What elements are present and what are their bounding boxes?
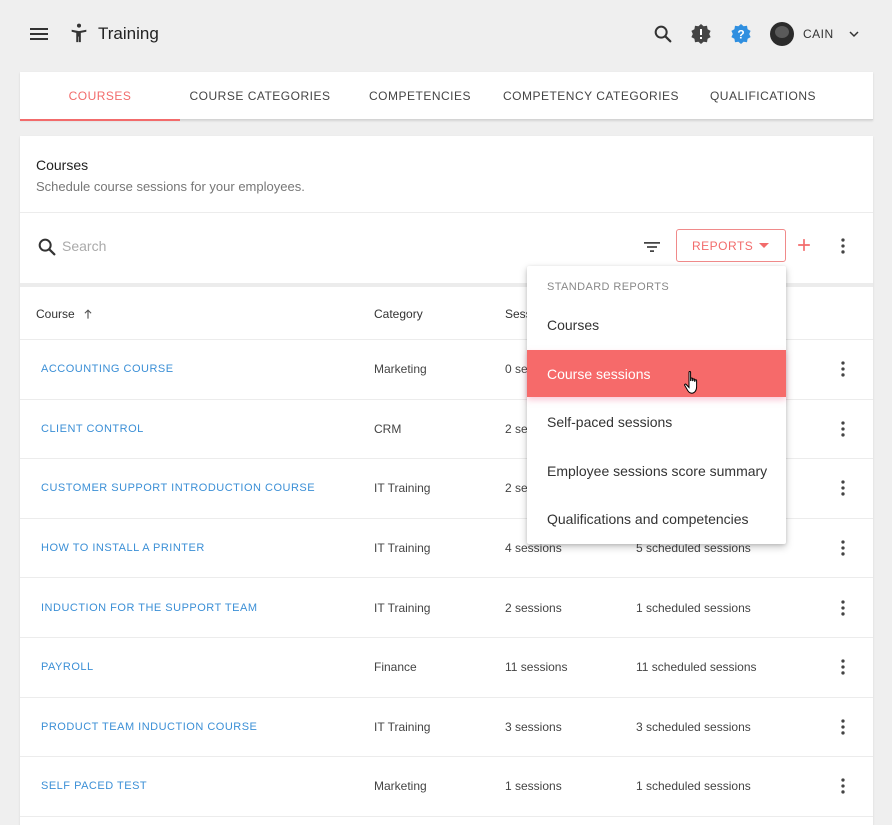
app-title: Training <box>98 24 159 43</box>
course-link[interactable]: CUSTOMER SUPPORT INTRODUCTION COURSE <box>41 459 315 518</box>
menu-item-self-paced-sessions[interactable]: Self-paced sessions <box>527 398 786 446</box>
tab-bar: COURSES COURSE CATEGORIES COMPETENCIES C… <box>20 72 873 121</box>
add-icon[interactable] <box>794 235 814 255</box>
tab-competency-categories[interactable]: COMPETENCY CATEGORIES <box>496 72 686 120</box>
row-more-vert-icon[interactable] <box>832 358 854 380</box>
reports-button[interactable]: REPORTS <box>676 229 786 262</box>
search-icon <box>38 238 56 256</box>
scheduled-cell: 1 scheduled sessions <box>636 779 751 794</box>
search-icon[interactable] <box>652 23 674 45</box>
row-more-vert-icon[interactable] <box>832 537 854 559</box>
row-more-vert-icon[interactable] <box>832 775 854 797</box>
course-link[interactable]: INDUCTION FOR THE SUPPORT TEAM <box>41 578 258 637</box>
category-cell: IT Training <box>374 481 431 496</box>
course-link[interactable]: PRODUCT TEAM INDUCTION COURSE <box>41 698 257 757</box>
scheduled-cell: 1 scheduled sessions <box>636 600 751 615</box>
user-name: CAIN <box>803 27 834 41</box>
category-cell: CRM <box>374 421 402 436</box>
column-course[interactable]: Course <box>36 287 95 340</box>
svg-text:?: ? <box>737 28 744 42</box>
category-cell: Marketing <box>374 362 427 377</box>
tab-courses[interactable]: COURSES <box>20 72 180 121</box>
card-subtitle: Schedule course sessions for your employ… <box>36 179 305 194</box>
menu-item-courses[interactable]: Courses <box>527 301 786 349</box>
tab-course-categories[interactable]: COURSE CATEGORIES <box>180 72 340 120</box>
sessions-cell: 2 sessions <box>505 600 562 615</box>
arrow-up-icon <box>84 308 92 319</box>
menu-item-employee-sessions-score-summary[interactable]: Employee sessions score summary <box>527 447 786 495</box>
row-more-vert-icon[interactable] <box>832 656 854 678</box>
caret-down-icon <box>759 243 769 248</box>
category-cell: Marketing <box>374 779 427 794</box>
row-more-vert-icon[interactable] <box>832 418 854 440</box>
table-row: INDUCTION FOR THE SUPPORT TEAM IT Trainin… <box>20 578 873 638</box>
menu-item-qualifications-and-competencies[interactable]: Qualifications and competencies <box>527 495 786 543</box>
category-cell: IT Training <box>374 719 431 734</box>
card-header: Courses Schedule course sessions for you… <box>20 136 873 213</box>
tab-competencies[interactable]: COMPETENCIES <box>340 72 500 120</box>
help-icon[interactable]: ? <box>729 22 753 46</box>
accessibility-icon <box>68 21 90 45</box>
table-row: SELF PACED TEST Marketing 1 sessions 1 sche… <box>20 757 873 817</box>
card-title: Courses <box>36 157 89 173</box>
sessions-cell: 3 sessions <box>505 719 562 734</box>
course-link[interactable]: PAYROLL <box>41 638 94 697</box>
user-menu[interactable]: CAIN <box>770 20 862 48</box>
course-link[interactable]: HOW TO INSTALL A PRINTER <box>41 519 205 578</box>
sessions-cell: 2 se <box>505 421 528 436</box>
scheduled-cell: 11 scheduled sessions <box>636 660 757 675</box>
reports-menu: STANDARD REPORTS Courses Course sessions… <box>527 266 786 544</box>
course-link[interactable]: ACCOUNTING COURSE <box>41 340 174 399</box>
app-bar: Training ? CAIN <box>0 0 892 68</box>
category-cell: IT Training <box>374 541 431 556</box>
menu-subheader: STANDARD REPORTS <box>547 281 670 293</box>
row-more-vert-icon[interactable] <box>832 597 854 619</box>
menu-icon[interactable] <box>27 22 51 46</box>
row-more-vert-icon[interactable] <box>832 716 854 738</box>
sessions-cell: 11 sessions <box>505 660 568 675</box>
reports-label: REPORTS <box>692 238 754 253</box>
sessions-cell: 0 se <box>505 362 528 377</box>
scheduled-cell: 3 scheduled sessions <box>636 719 751 734</box>
filter-icon[interactable] <box>640 235 664 259</box>
chevron-down-icon <box>849 31 859 38</box>
tab-qualifications[interactable]: QUALIFICATIONS <box>688 72 838 120</box>
table-row: PAYROLL Finance 11 sessions 11 scheduled se… <box>20 638 873 698</box>
sessions-cell: 1 sessions <box>505 779 562 794</box>
sessions-cell: 2 se <box>505 481 528 496</box>
course-link[interactable]: CLIENT CONTROL <box>41 400 144 459</box>
alert-icon[interactable] <box>689 22 713 46</box>
table-row: PRODUCT TEAM INDUCTION COURSE IT Training… <box>20 698 873 758</box>
avatar <box>770 22 794 46</box>
more-vert-icon[interactable] <box>832 235 854 257</box>
course-link[interactable]: SELF PACED TEST <box>41 757 147 816</box>
menu-item-course-sessions[interactable]: Course sessions <box>527 350 786 397</box>
search-input[interactable] <box>62 235 362 257</box>
category-cell: IT Training <box>374 600 431 615</box>
column-category[interactable]: Category <box>374 287 423 340</box>
row-more-vert-icon[interactable] <box>832 477 854 499</box>
column-course-label: Course <box>36 306 75 321</box>
hand-cursor-icon <box>684 370 698 394</box>
category-cell: Finance <box>374 660 417 675</box>
